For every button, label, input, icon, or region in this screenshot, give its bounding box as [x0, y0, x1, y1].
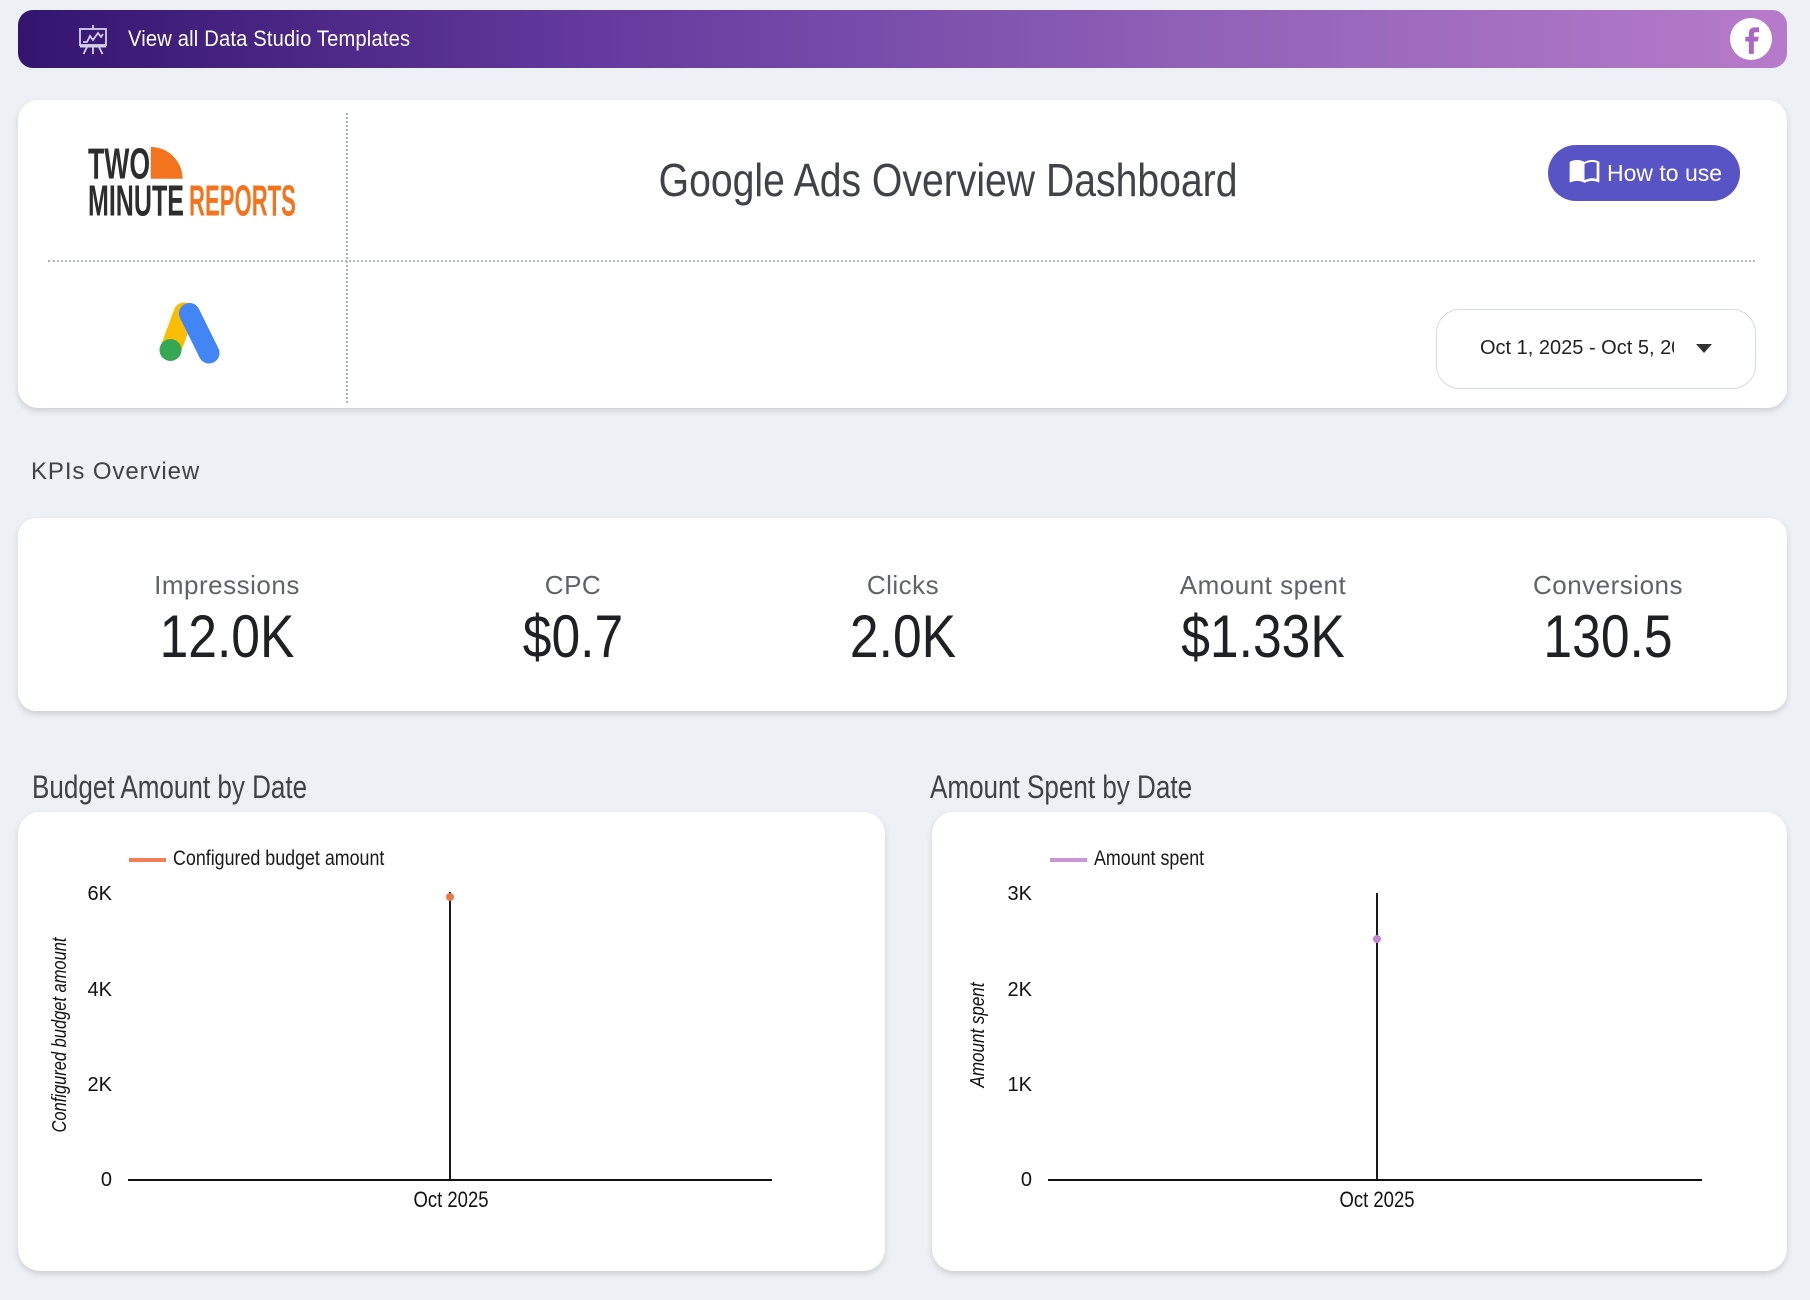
svg-text:REPORTS: REPORTS: [189, 176, 296, 220]
svg-text:MINUTE: MINUTE: [88, 176, 184, 220]
